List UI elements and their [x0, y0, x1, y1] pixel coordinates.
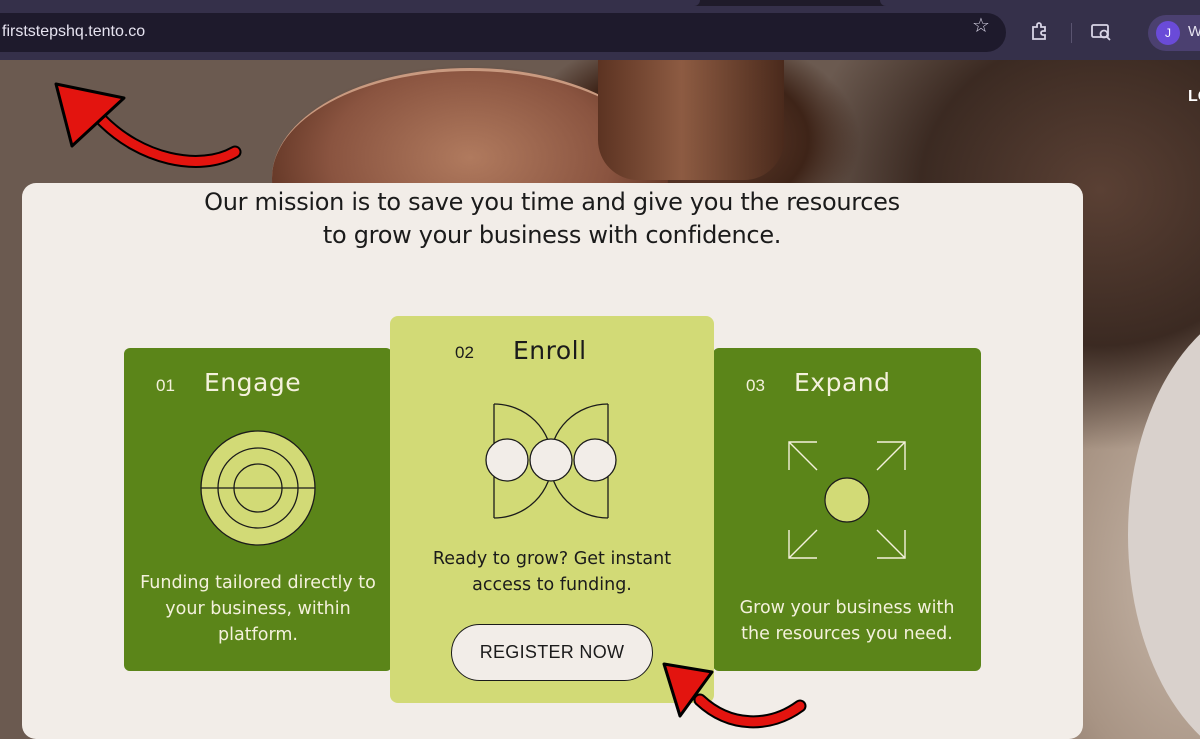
- mission-statement: Our mission is to save you time and give…: [204, 188, 900, 249]
- three-circles-bowtie-icon: [485, 403, 617, 519]
- address-bar[interactable]: firststepshq.tento.co: [0, 13, 1006, 52]
- step-title: Engage: [204, 368, 302, 397]
- step-number: 01: [156, 376, 175, 395]
- step-description: Grow your business with the resources yo…: [739, 598, 955, 644]
- avatar: J: [1156, 21, 1180, 45]
- url-text[interactable]: firststepshq.tento.co: [2, 23, 145, 41]
- step-number: 02: [455, 343, 474, 362]
- extensions-icon[interactable]: [1028, 21, 1050, 43]
- step-card-expand: 03 Expand Grow your business with the re…: [713, 348, 981, 671]
- expand-arrows-icon: [788, 441, 906, 559]
- step-description: Ready to grow? Get instant access to fun…: [432, 549, 672, 595]
- step-title: Expand: [794, 368, 891, 397]
- register-now-button[interactable]: REGISTER NOW: [451, 624, 653, 681]
- step-number: 03: [746, 376, 765, 395]
- decorative-circle: [1128, 300, 1200, 739]
- reading-list-icon[interactable]: [1090, 21, 1112, 43]
- target-rings-icon: [200, 430, 316, 546]
- step-title: Enroll: [513, 336, 587, 365]
- step-description: Funding tailored directly to your busine…: [140, 573, 376, 645]
- step-card-engage: 01 Engage Funding tailored directly to y…: [124, 348, 392, 671]
- clay-cup-image: [598, 60, 784, 180]
- login-link[interactable]: LO: [1188, 88, 1200, 106]
- browser-toolbar: firststepshq.tento.co ☆ J W: [0, 6, 1200, 60]
- profile-name: W: [1188, 23, 1200, 40]
- toolbar-divider: [1071, 23, 1072, 43]
- bookmark-star-icon[interactable]: ☆: [970, 14, 992, 36]
- profile-button[interactable]: J W: [1148, 15, 1200, 51]
